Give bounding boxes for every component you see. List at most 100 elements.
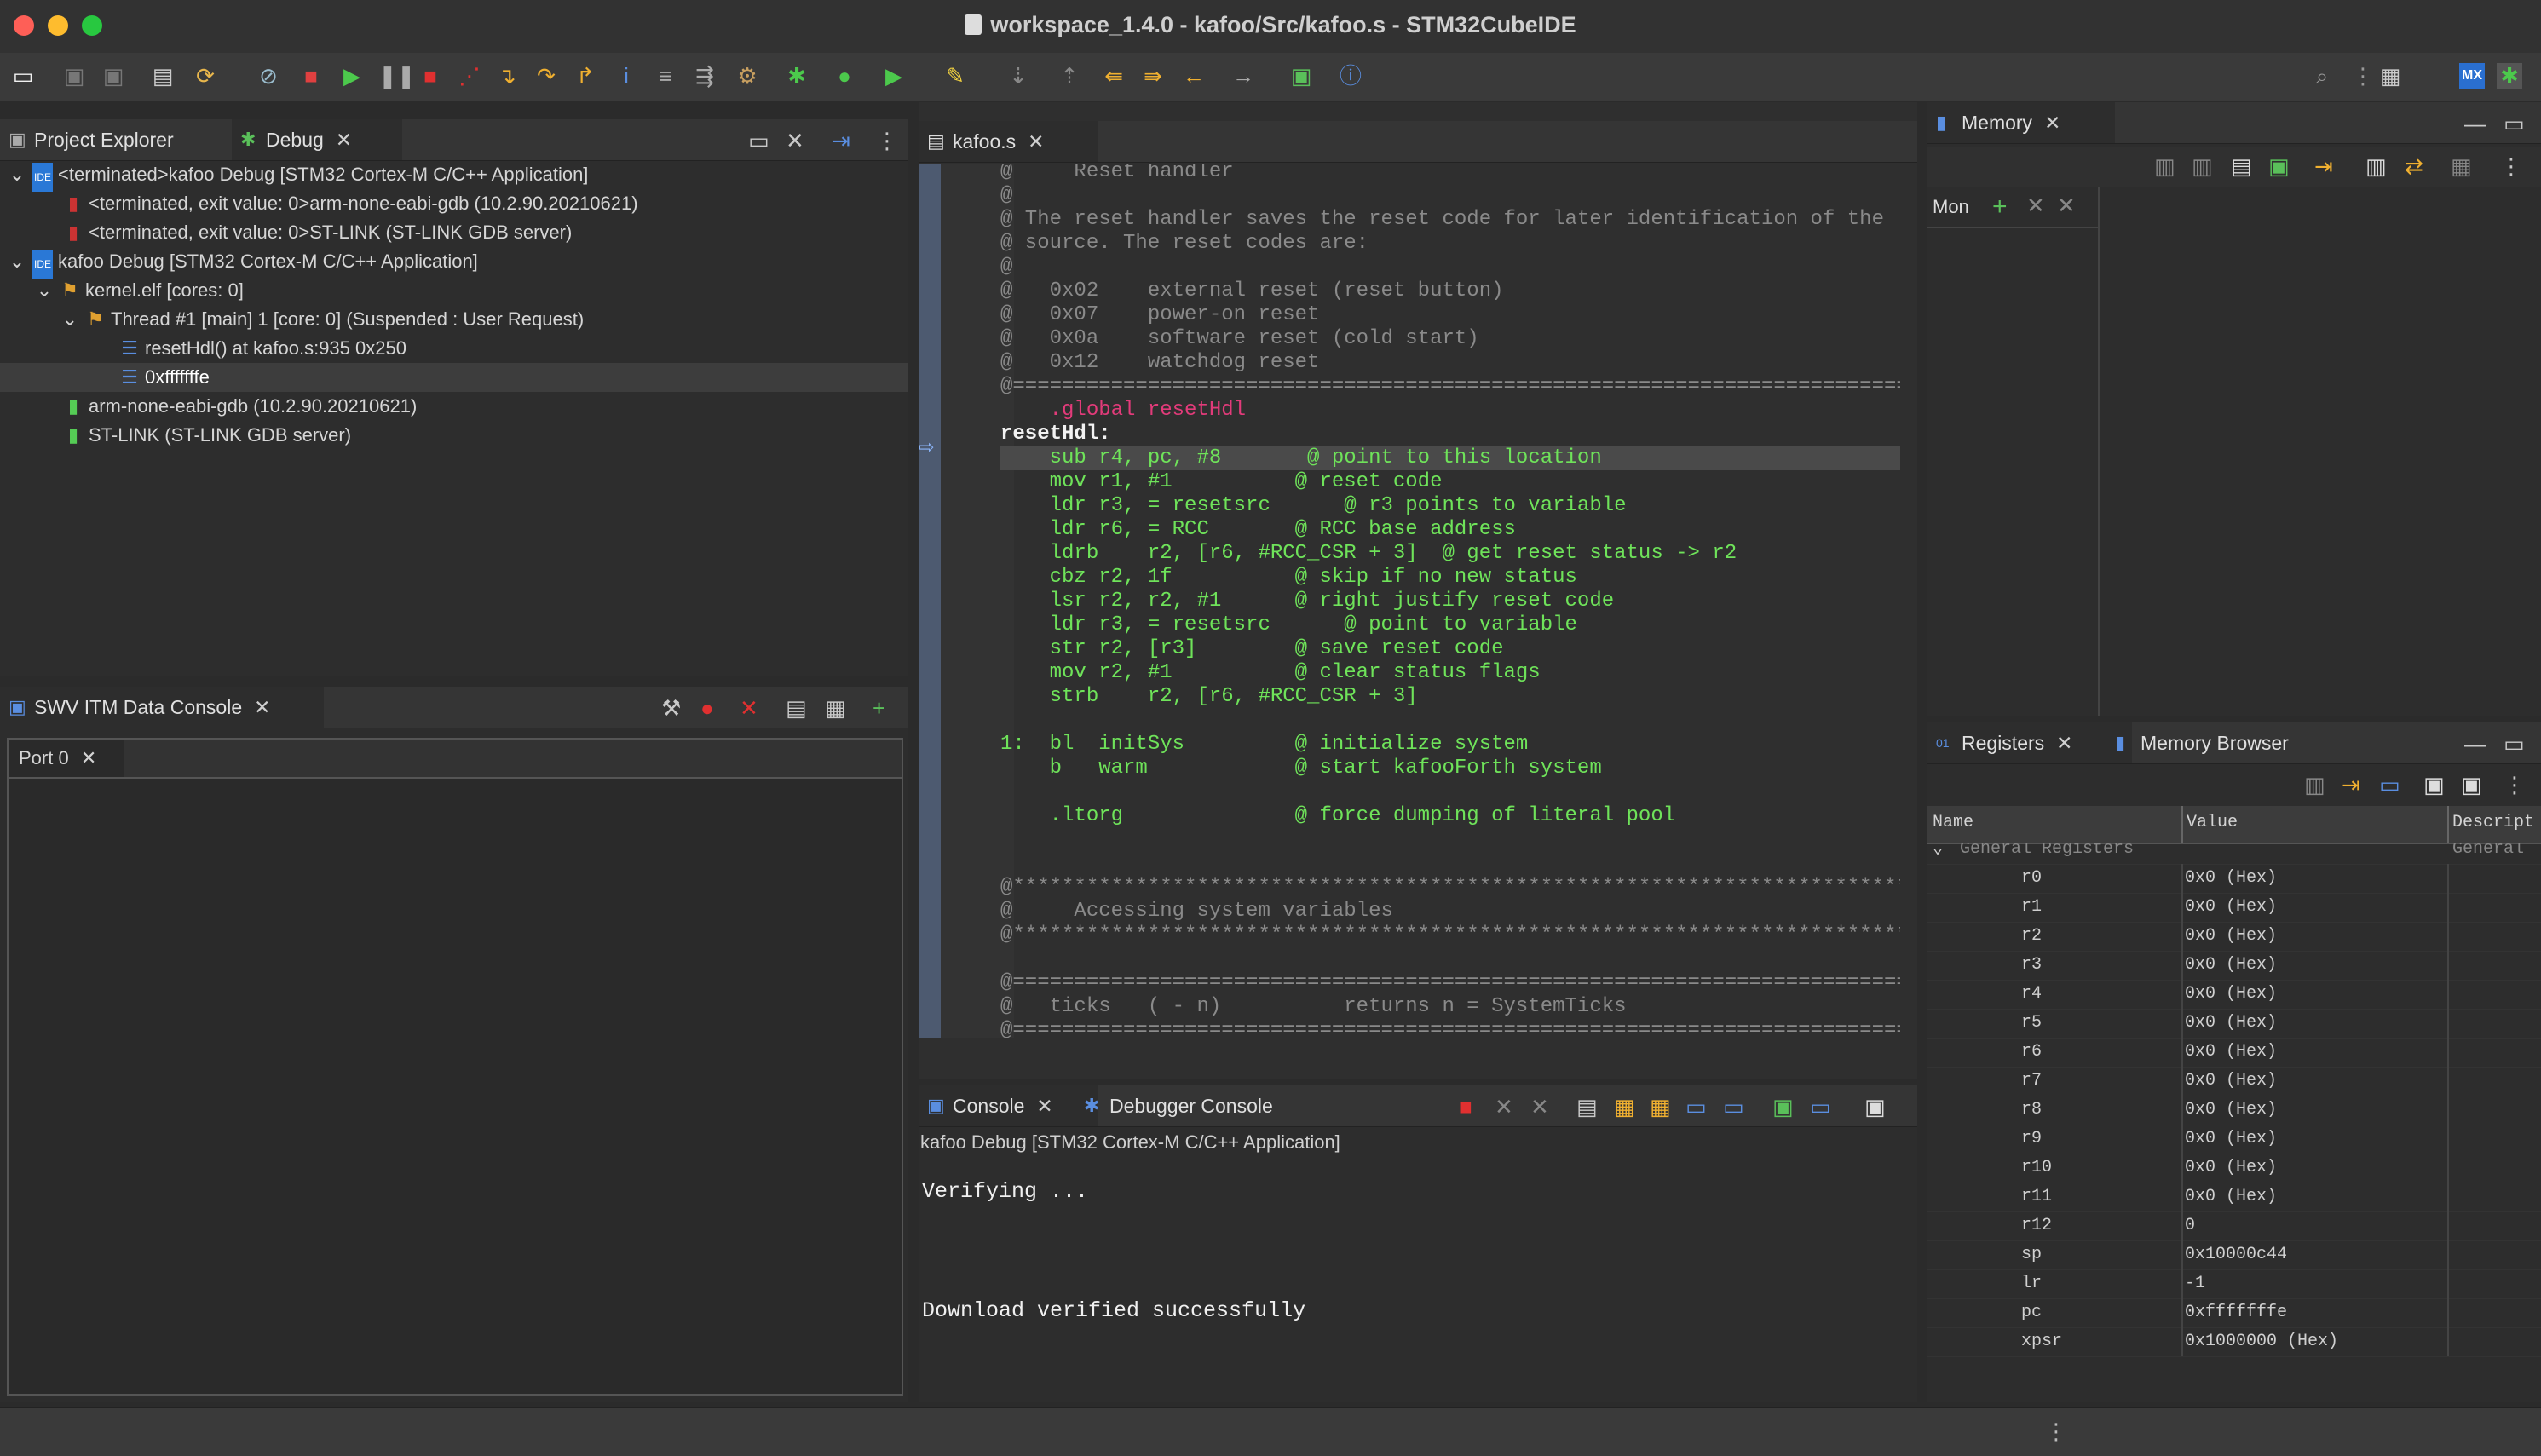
view-menu-icon[interactable]: ⋮ [2500, 153, 2522, 180]
add-port-icon[interactable]: + [873, 695, 885, 722]
open-console-icon[interactable]: ▣ [1864, 1094, 1886, 1120]
collapse-all-icon[interactable]: ▭ [748, 128, 769, 154]
memory-format-icon[interactable]: ▥ [2154, 153, 2175, 180]
terminate-icon[interactable]: ■ [1459, 1094, 1472, 1120]
mx-perspective-icon[interactable]: MX [2459, 63, 2485, 89]
close-icon[interactable]: ✕ [1036, 1095, 1052, 1117]
run-icon[interactable]: ● [832, 63, 857, 89]
resume-icon[interactable]: ▶ [339, 63, 365, 89]
forward-edit-icon[interactable]: ⇛ [1140, 63, 1166, 89]
tab-port-0[interactable]: Port 0 ✕ [9, 740, 124, 777]
register-row[interactable]: r2 0x0 (Hex) [1927, 922, 2541, 952]
export-registers-icon[interactable]: ▣ [2423, 772, 2445, 798]
tree-item[interactable]: ⌄ IDE <terminated>kafoo Debug [STM32 Corte… [0, 160, 908, 192]
register-value[interactable]: 0x0 (Hex) [2185, 951, 2277, 980]
navigate-forward-icon[interactable]: → [1230, 63, 1256, 89]
tab-console[interactable]: ▣ Console ✕ [919, 1085, 1098, 1126]
close-icon[interactable]: ✕ [81, 747, 96, 768]
register-value[interactable]: 0x0 (Hex) [2185, 1009, 2277, 1038]
step-into-icon[interactable]: ↴ [494, 63, 520, 89]
register-row[interactable]: r8 0x0 (Hex) [1927, 1096, 2541, 1125]
code-viewport[interactable]: @ Reset handler @ @ The reset handler save… [1000, 164, 1900, 1038]
memory-columns-icon[interactable]: ▥ [2192, 153, 2213, 180]
maximize-icon[interactable]: ▭ [2504, 731, 2525, 757]
export-icon[interactable]: ▤ [786, 695, 807, 722]
add-monitor-icon[interactable]: + [1992, 193, 2008, 222]
close-icon[interactable]: ✕ [2044, 112, 2060, 134]
header-value[interactable]: Value [2187, 813, 2238, 832]
register-row[interactable]: r3 0x0 (Hex) [1927, 951, 2541, 981]
register-row[interactable]: r12 0 [1927, 1211, 2541, 1241]
tab-swv-itm[interactable]: ▣ SWV ITM Data Console ✕ [0, 687, 324, 728]
step-filter-icon[interactable]: ⇥ [832, 128, 850, 154]
register-row[interactable]: r9 0x0 (Hex) [1927, 1125, 2541, 1154]
close-icon[interactable]: ✕ [336, 129, 352, 151]
register-row[interactable]: r1 0x0 (Hex) [1927, 893, 2541, 923]
collapse-all-icon[interactable]: ▭ [2379, 772, 2400, 798]
register-value[interactable]: 0xfffffffe [2185, 1298, 2287, 1327]
open-perspective-icon[interactable]: ▣ [1288, 63, 1314, 89]
register-value[interactable]: 0x1000000 (Hex) [2185, 1327, 2338, 1356]
register-group-row[interactable]: ⌄ General Registers General [1927, 843, 2541, 865]
tab-memory[interactable]: ▮ Memory ✕ [1927, 102, 2115, 143]
import-icon[interactable]: ▣ [2268, 153, 2290, 180]
register-row[interactable]: r11 0x0 (Hex) [1927, 1183, 2541, 1212]
start-trace-icon[interactable]: ● [700, 695, 714, 722]
debug-perspective-icon[interactable]: ✱ [2497, 63, 2522, 89]
register-row[interactable]: pc 0xfffffffe [1927, 1298, 2541, 1328]
tree-item[interactable]: ⌄ IDE kafoo Debug [STM32 Cortex-M C/C++ Ap… [0, 247, 908, 279]
register-row[interactable]: r7 0x0 (Hex) [1927, 1067, 2541, 1096]
toolbar-overflow-icon[interactable]: ⋮ [2350, 63, 2376, 89]
print-icon[interactable]: ▥ [2304, 772, 2325, 798]
register-value[interactable]: 0 [2185, 1211, 2195, 1240]
link-icon[interactable]: ⇥ [2342, 772, 2360, 798]
tab-debugger-console[interactable]: ✱ Debugger Console [1075, 1085, 1322, 1126]
terminate-relaunch-icon[interactable]: ■ [298, 63, 324, 89]
new-rendering-icon[interactable]: ▤ [2231, 153, 2252, 180]
pin-console-icon[interactable]: ▣ [1772, 1094, 1794, 1120]
clear-console-icon[interactable]: ▤ [1576, 1094, 1598, 1120]
remove-port-icon[interactable]: ✕ [740, 695, 758, 722]
tab-memory-browser[interactable]: ▮ Memory Browser [2106, 722, 2345, 763]
toggle-split-icon[interactable]: ▥ [2365, 153, 2387, 180]
layout-icon[interactable]: ▦ [2451, 153, 2472, 180]
save-log-icon[interactable]: ▦ [825, 695, 846, 722]
remove-all-icon[interactable]: ✕ [1530, 1094, 1549, 1120]
step-return-icon[interactable]: ↱ [573, 63, 598, 89]
disconnect-icon[interactable]: ⋰ [457, 63, 482, 89]
register-value[interactable]: -1 [2185, 1269, 2205, 1298]
register-value[interactable]: 0x0 (Hex) [2185, 980, 2277, 1009]
build-target-icon[interactable]: ⚙ [735, 63, 760, 89]
register-value[interactable]: 0x0 (Hex) [2185, 893, 2277, 922]
chevron-down-icon[interactable]: ⌄ [7, 160, 27, 189]
chevron-down-icon[interactable]: ⌄ [7, 247, 27, 276]
external-tools-icon[interactable]: ▶ [881, 63, 907, 89]
tree-item[interactable]: ▮ arm-none-eabi-gdb (10.2.90.20210621) [0, 392, 908, 421]
tree-item[interactable]: ▮ <terminated, exit value: 0>ST-LINK (ST-… [0, 218, 908, 247]
tab-debug[interactable]: ✱ Debug ✕ [232, 119, 402, 160]
maximize-icon[interactable]: ▭ [2504, 111, 2525, 137]
show-on-stderr-icon[interactable]: ▭ [1723, 1094, 1744, 1120]
overview-ruler[interactable] [919, 164, 941, 1038]
next-annotation-icon[interactable]: ⇣ [1005, 63, 1031, 89]
terminate-icon[interactable]: ■ [418, 63, 443, 89]
show-on-stdout-icon[interactable]: ▭ [1685, 1094, 1707, 1120]
register-value[interactable]: 0x0 (Hex) [2185, 1096, 2277, 1125]
register-row[interactable]: xpsr 0x1000000 (Hex) [1927, 1327, 2541, 1357]
header-name[interactable]: Name [1933, 813, 1973, 832]
prev-annotation-icon[interactable]: ⇡ [1057, 63, 1082, 89]
suspend-icon[interactable]: ❚❚ [378, 63, 416, 89]
close-icon[interactable]: ✕ [2056, 732, 2072, 754]
display-console-icon[interactable]: ▭ [1810, 1094, 1831, 1120]
tree-item[interactable]: ▮ <terminated, exit value: 0>arm-none-eab… [0, 189, 908, 218]
register-row[interactable]: lr -1 [1927, 1269, 2541, 1299]
sync-icon[interactable]: ⇄ [2405, 153, 2423, 180]
tree-item[interactable]: ☰ 0xfffffffe [0, 363, 908, 392]
header-description[interactable]: Descript [2452, 813, 2534, 832]
navigate-back-icon[interactable]: ← [1181, 63, 1207, 89]
tree-item[interactable]: ⌄ ⚑ kernel.elf [cores: 0] [0, 276, 908, 305]
register-row[interactable]: r0 0x0 (Hex) [1927, 864, 2541, 894]
link-icon[interactable]: ⇥ [2314, 153, 2333, 180]
register-row[interactable]: r4 0x0 (Hex) [1927, 980, 2541, 1010]
instruction-stepping-icon[interactable]: i [614, 63, 639, 89]
